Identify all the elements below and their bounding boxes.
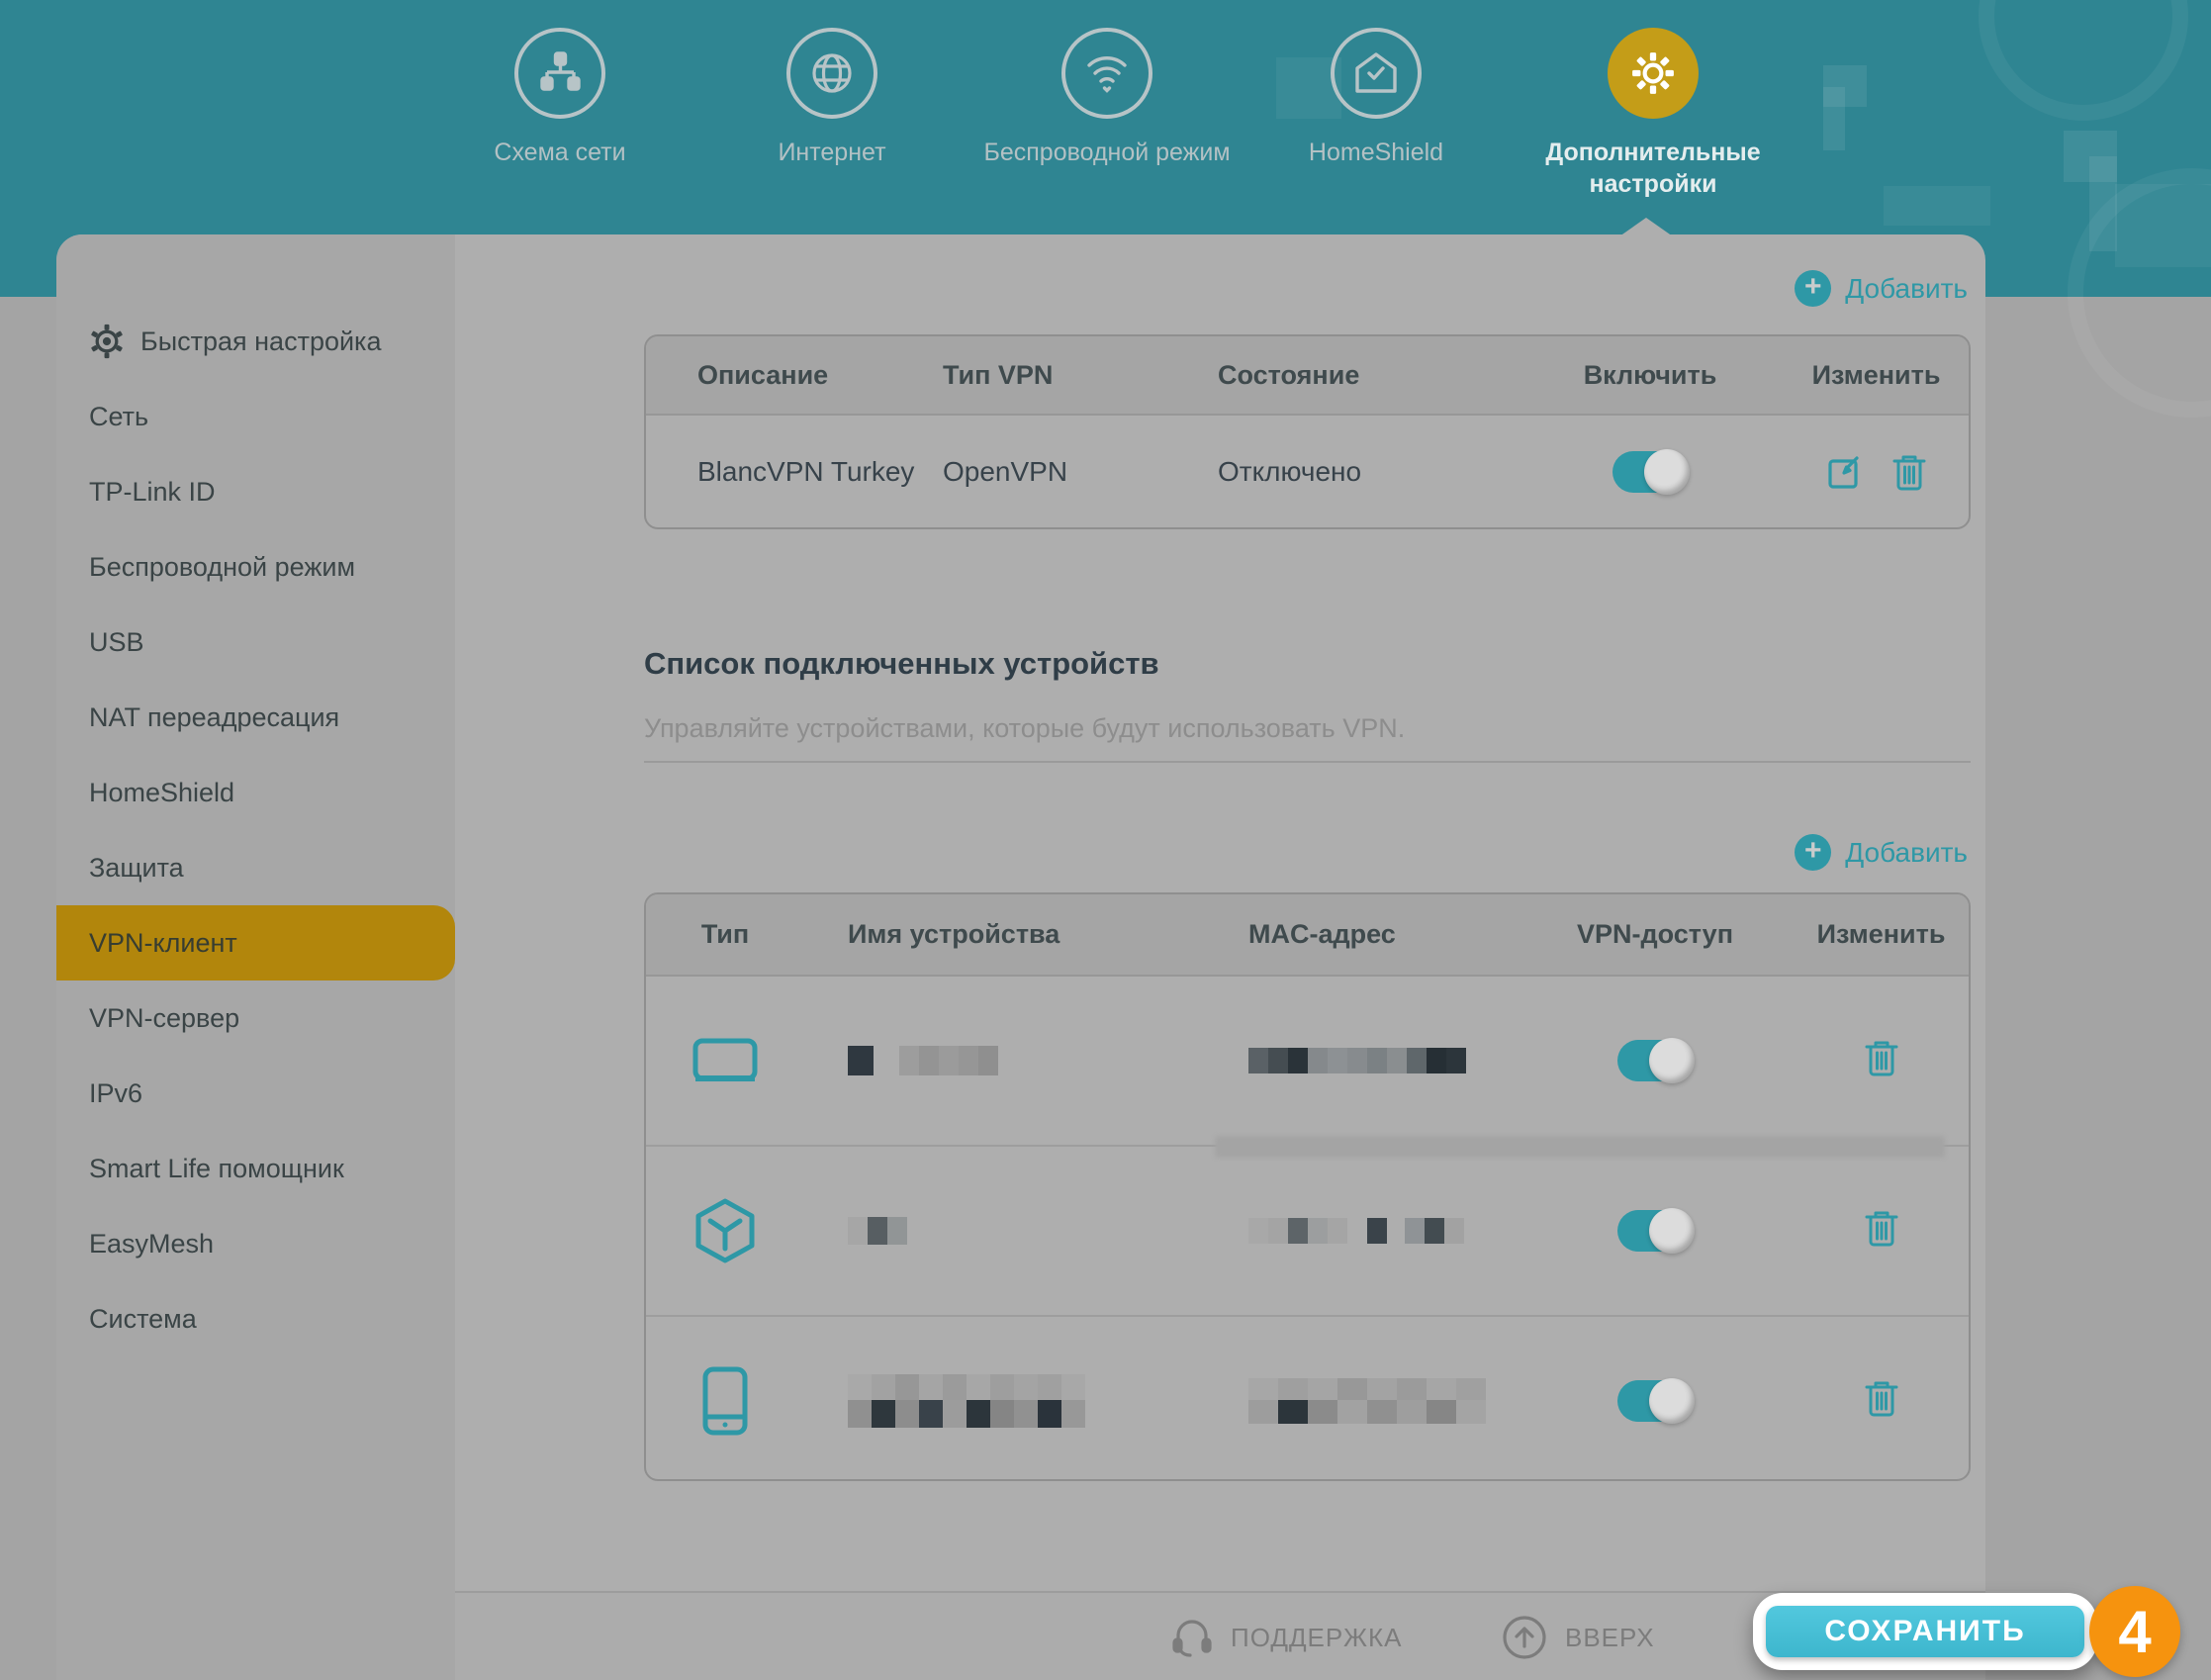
gear-icon bbox=[89, 324, 125, 359]
nav-label: Дополнительные настройки bbox=[1524, 137, 1782, 200]
devices-section-subtitle: Управляйте устройствами, которые будут и… bbox=[644, 713, 1405, 744]
table-header-row: Описание Тип VPN Состояние Включить Изме… bbox=[646, 336, 1969, 416]
scroll-up-button[interactable]: ВВЕРХ bbox=[1500, 1593, 1655, 1680]
nav-tab-network-map[interactable]: Схема сети bbox=[431, 28, 689, 168]
vpn-access-toggle[interactable] bbox=[1617, 1040, 1693, 1081]
vpn-enable-toggle[interactable] bbox=[1612, 451, 1688, 493]
trash-icon[interactable] bbox=[1864, 1038, 1899, 1077]
vpn-access-toggle[interactable] bbox=[1617, 1380, 1693, 1422]
nav-tab-advanced-settings[interactable]: Дополнительные настройки bbox=[1524, 28, 1782, 200]
headset-icon bbox=[1169, 1616, 1215, 1659]
top-nav: Схема сети Интернет bbox=[0, 28, 2211, 265]
arrow-up-icon bbox=[1500, 1613, 1549, 1662]
sidebar-item-system[interactable]: Система bbox=[56, 1281, 455, 1356]
vpn-clients-table: Описание Тип VPN Состояние Включить Изме… bbox=[644, 334, 1971, 529]
sidebar-item-label: Быстрая настройка bbox=[140, 327, 381, 357]
globe-icon bbox=[786, 28, 877, 119]
sidebar-item-network[interactable]: Сеть bbox=[56, 379, 455, 454]
smartphone-icon bbox=[701, 1365, 749, 1437]
trash-icon[interactable] bbox=[1864, 1208, 1899, 1248]
device-row bbox=[646, 1145, 1969, 1315]
redacted-mac-address bbox=[1248, 1218, 1517, 1244]
nav-tab-wireless[interactable]: Беспроводной режим bbox=[978, 28, 1236, 168]
nav-label: HomeShield bbox=[1247, 137, 1505, 168]
sidebar-item-vpn-server[interactable]: VPN-сервер bbox=[56, 980, 455, 1056]
sidebar-item-tplink-id[interactable]: TP-Link ID bbox=[56, 454, 455, 529]
devices-table: Тип Имя устройства MAC-адрес VPN-доступ … bbox=[644, 892, 1971, 1481]
sidebar-item-homeshield[interactable]: HomeShield bbox=[56, 755, 455, 830]
sidebar-item-ipv6[interactable]: IPv6 bbox=[56, 1056, 455, 1131]
add-device-button[interactable]: + Добавить bbox=[1795, 834, 1968, 871]
section-divider bbox=[644, 761, 1971, 763]
plus-icon: + bbox=[1795, 834, 1831, 871]
device-row bbox=[646, 1315, 1969, 1481]
vpn-client-row: BlancVPN Turkey OpenVPN Отключено bbox=[646, 416, 1969, 527]
nav-tab-homeshield[interactable]: HomeShield bbox=[1247, 28, 1505, 168]
trash-icon[interactable] bbox=[1891, 452, 1927, 492]
laptop-icon bbox=[691, 1037, 759, 1084]
redacted-device-name bbox=[848, 1374, 1200, 1428]
vpn-status: Отключено bbox=[1218, 456, 1517, 488]
home-shield-icon bbox=[1331, 28, 1422, 119]
main-panel: Быстрая настройка Сеть TP-Link ID Беспро… bbox=[56, 234, 1985, 1680]
sidebar: Быстрая настройка Сеть TP-Link ID Беспро… bbox=[56, 234, 455, 1680]
tutorial-step-badge: 4 bbox=[2089, 1586, 2180, 1677]
iot-cube-icon bbox=[693, 1197, 757, 1264]
add-vpn-client-button[interactable]: + Добавить bbox=[1795, 270, 1968, 307]
device-row bbox=[646, 977, 1969, 1145]
vpn-type: OpenVPN bbox=[943, 456, 1218, 488]
support-button[interactable]: ПОДДЕРЖКА bbox=[1169, 1593, 1402, 1680]
save-button-highlight-ring: СОХРАНИТЬ bbox=[1753, 1593, 2097, 1670]
sidebar-item-smart-life[interactable]: Smart Life помощник bbox=[56, 1131, 455, 1206]
trash-icon[interactable] bbox=[1864, 1378, 1899, 1418]
sidebar-item-easymesh[interactable]: EasyMesh bbox=[56, 1206, 455, 1281]
redacted-mac-address bbox=[1248, 1378, 1517, 1424]
nav-label: Интернет bbox=[703, 137, 961, 168]
sidebar-item-quick-setup[interactable]: Быстрая настройка bbox=[56, 304, 455, 379]
devices-section-title: Список подключенных устройств bbox=[644, 646, 1159, 682]
sidebar-item-usb[interactable]: USB bbox=[56, 605, 455, 680]
redacted-device-name bbox=[848, 1217, 1200, 1245]
table-header-row: Тип Имя устройства MAC-адрес VPN-доступ … bbox=[646, 894, 1969, 977]
redacted-device-name bbox=[848, 1046, 1200, 1075]
redacted-blur-strip bbox=[1215, 1136, 1945, 1158]
router-admin-page: Схема сети Интернет bbox=[0, 0, 2211, 1680]
nav-label: Схема сети bbox=[431, 137, 689, 168]
nav-tab-internet[interactable]: Интернет bbox=[703, 28, 961, 168]
sidebar-item-security[interactable]: Защита bbox=[56, 830, 455, 905]
redacted-mac-address bbox=[1248, 1048, 1517, 1073]
vpn-access-toggle[interactable] bbox=[1617, 1210, 1693, 1252]
nav-label: Беспроводной режим bbox=[978, 137, 1236, 168]
gear-icon bbox=[1608, 28, 1699, 119]
content-area: + Добавить Описание Тип VPN Состояние Вк… bbox=[455, 234, 1985, 1680]
wifi-icon bbox=[1061, 28, 1152, 119]
plus-icon: + bbox=[1795, 270, 1831, 307]
sidebar-item-vpn-client[interactable]: VPN-клиент bbox=[56, 905, 455, 980]
sidebar-item-wireless[interactable]: Беспроводной режим bbox=[56, 529, 455, 605]
vpn-description: BlancVPN Turkey bbox=[646, 456, 943, 488]
save-button[interactable]: СОХРАНИТЬ bbox=[1766, 1606, 2084, 1657]
sidebar-item-nat[interactable]: NAT переадресация bbox=[56, 680, 455, 755]
edit-icon[interactable] bbox=[1826, 453, 1864, 491]
network-map-icon bbox=[514, 28, 605, 119]
